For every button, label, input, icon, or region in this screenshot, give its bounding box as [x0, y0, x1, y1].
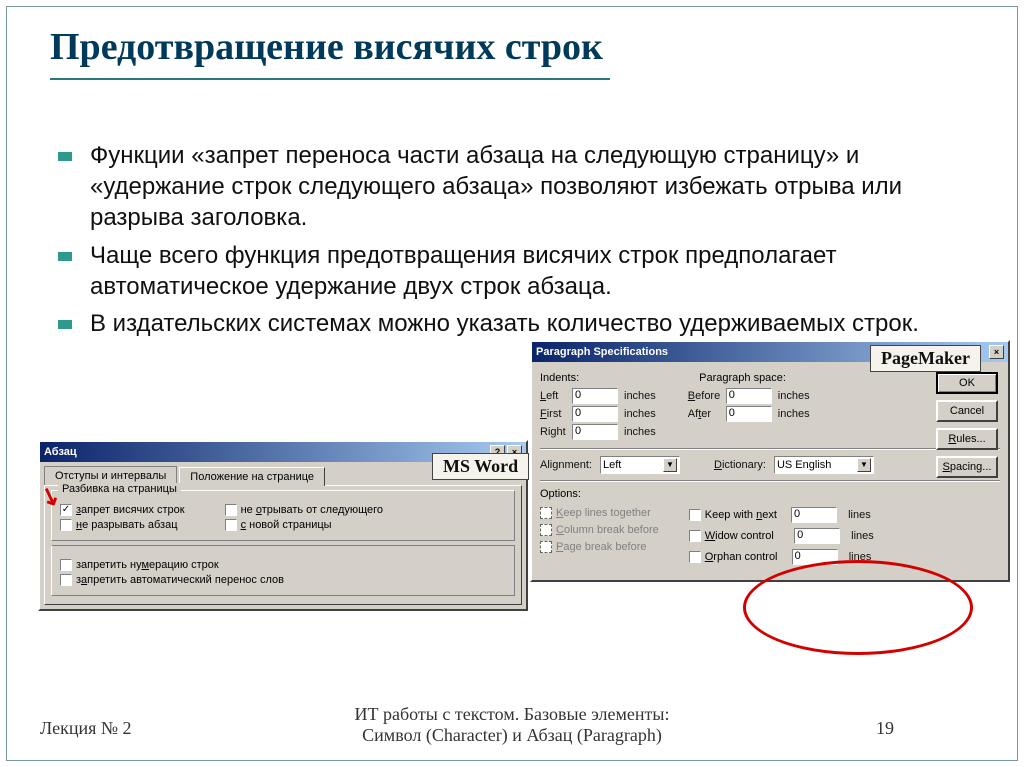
checkbox-keep-together[interactable]: не разрывать абзац	[60, 519, 185, 531]
bullet-icon	[58, 252, 72, 261]
bullet-icon	[58, 152, 72, 161]
input-keep-next-lines[interactable]: 0	[791, 507, 837, 523]
spacing-button[interactable]: Spacing...	[936, 456, 998, 478]
title-rule	[50, 78, 610, 80]
input-first-indent[interactable]: 0	[572, 406, 618, 422]
label-paragraph-space: Paragraph space:	[699, 372, 786, 384]
cancel-button[interactable]: Cancel	[936, 400, 998, 422]
bullet-text: В издательских системах можно указать ко…	[90, 308, 919, 339]
checkbox-widow-control[interactable]: ✓запрет висячих строк	[60, 504, 185, 516]
bullet-list: Функции «запрет переноса части абзаца на…	[58, 140, 928, 345]
checkbox-column-break-before[interactable]: Column break before	[540, 524, 659, 536]
label-indents: Indents:	[540, 372, 579, 384]
tab-pageposition[interactable]: Положение на странице	[179, 467, 325, 486]
pagemaker-dialog: Paragraph Specifications × Indents: Para…	[530, 340, 1010, 582]
checkbox-page-break-before[interactable]: с новой страницы	[225, 519, 384, 531]
checkbox-suppress-line-numbers[interactable]: запретить нумерацию строк	[60, 559, 506, 571]
group-pagination: ✓запрет висячих строк не разрывать абзац…	[51, 490, 515, 541]
input-space-after[interactable]: 0	[726, 406, 772, 422]
checkbox-keep-with-next[interactable]: Keep with next 0 lines	[689, 507, 874, 523]
dialog-title: Абзац	[44, 446, 77, 458]
dialog-title: Paragraph Specifications	[536, 346, 668, 358]
close-button[interactable]: ×	[989, 345, 1004, 359]
select-alignment[interactable]: Left▼	[600, 456, 680, 474]
checkbox-page-break-before[interactable]: Page break before	[540, 541, 659, 553]
select-dictionary[interactable]: US English▼	[774, 456, 874, 474]
checkbox-widow-control[interactable]: Widow control 0 lines	[689, 528, 874, 544]
input-space-before[interactable]: 0	[726, 388, 772, 404]
slide-title: Предотвращение висячих строк	[50, 25, 603, 69]
input-left-indent[interactable]: 0	[572, 388, 618, 404]
label-msword: MS Word	[432, 453, 529, 480]
label-alignment: Alignment:	[540, 459, 592, 471]
footer-center: ИТ работы с текстом. Базовые элементы: С…	[0, 704, 1024, 747]
checkbox-no-hyphenation[interactable]: запретить автоматический перенос слов	[60, 574, 506, 586]
chevron-down-icon: ▼	[663, 458, 677, 472]
ok-button[interactable]: OK	[936, 372, 998, 394]
label-pagemaker: PageMaker	[870, 345, 981, 372]
chevron-down-icon: ▼	[857, 458, 871, 472]
input-orphan-lines[interactable]: 0	[792, 549, 838, 565]
bullet-text: Чаще всего функция предотвращения висячи…	[90, 240, 928, 302]
checkbox-keep-lines-together[interactable]: Keep lines together	[540, 507, 659, 519]
input-right-indent[interactable]: 0	[572, 424, 618, 440]
label-options: Options:	[540, 488, 1000, 500]
footer-page-number: 19	[876, 718, 894, 739]
checkbox-orphan-control[interactable]: Orphan control 0 lines	[689, 549, 874, 565]
bullet-icon	[58, 320, 72, 329]
checkbox-keep-with-next[interactable]: не отрывать от следующего	[225, 504, 384, 516]
rules-button[interactable]: Rules...	[936, 428, 998, 450]
bullet-text: Функции «запрет переноса части абзаца на…	[90, 140, 928, 234]
input-widow-lines[interactable]: 0	[794, 528, 840, 544]
group-other: запретить нумерацию строк запретить авто…	[51, 545, 515, 596]
